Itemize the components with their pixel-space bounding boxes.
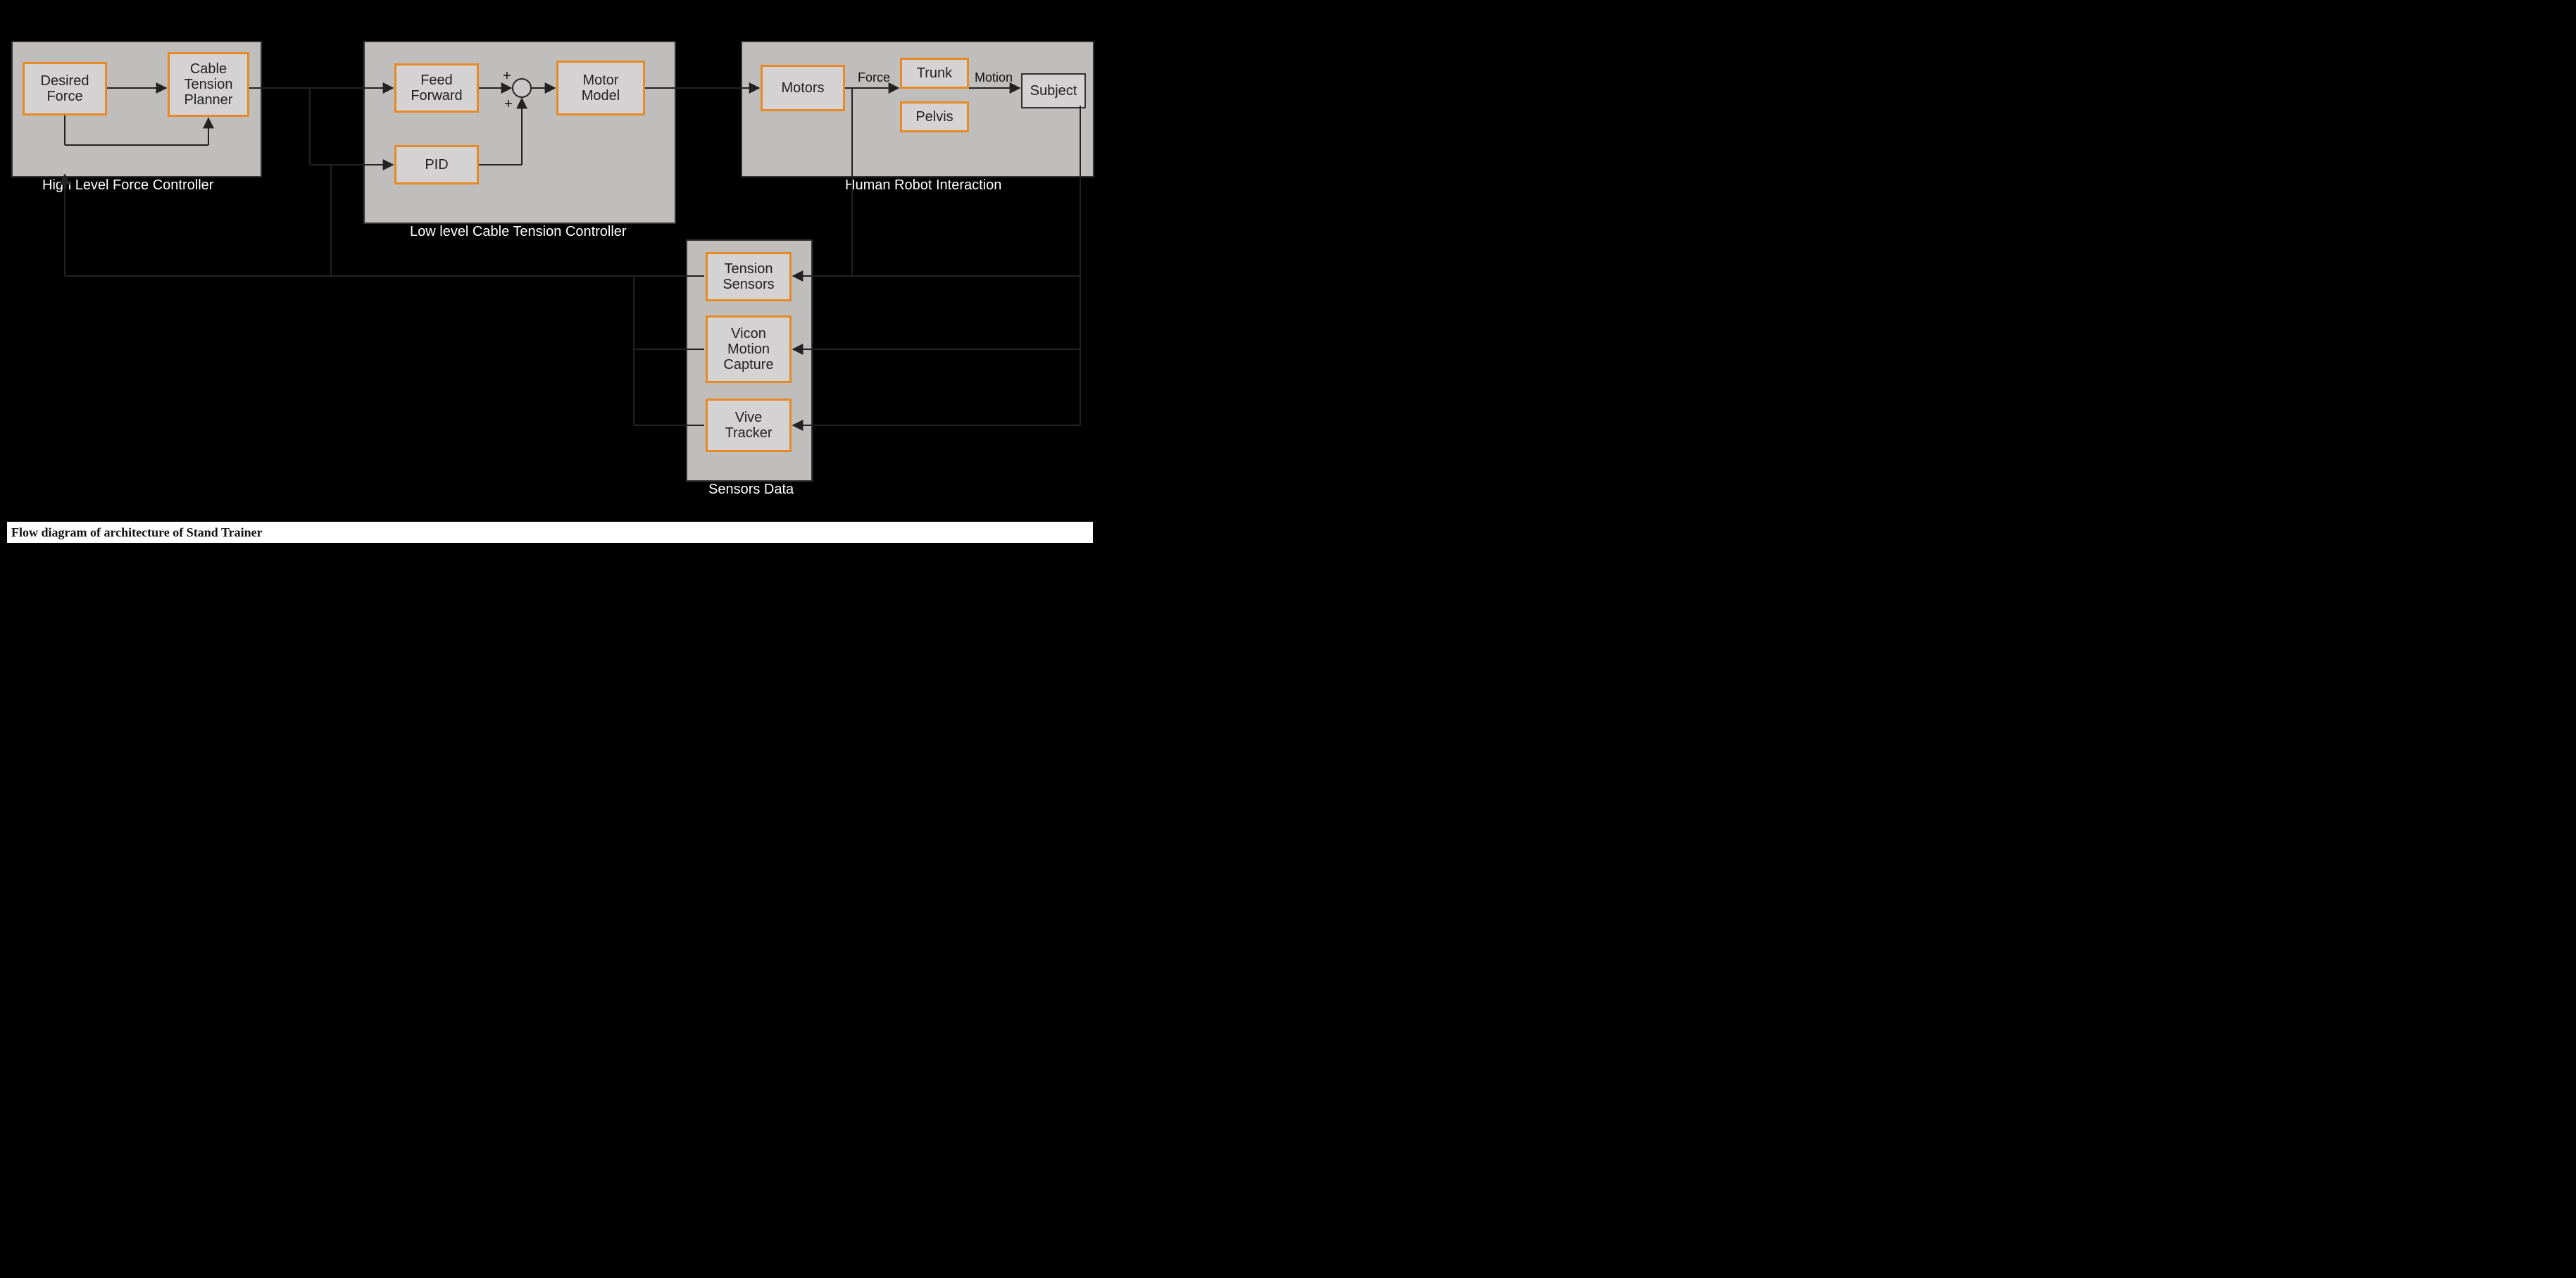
block-pid: PID <box>394 145 479 184</box>
group-low-level-label: Low level Cable Tension Controller <box>410 224 627 240</box>
edge-label-force: Force <box>858 70 890 85</box>
block-cable-tension-planner: Cable Tension Planner <box>168 52 249 117</box>
block-subject: Subject <box>1021 73 1086 108</box>
figure-caption: Flow diagram of architecture of Stand Tr… <box>7 522 1093 543</box>
group-high-level-label: High Level Force Controller <box>42 177 213 194</box>
block-tension-sensors: Tension Sensors <box>706 252 792 301</box>
edge-label-motion: Motion <box>975 70 1013 85</box>
block-motors: Motors <box>761 65 845 111</box>
sum-plus-top: + <box>503 69 511 83</box>
block-vicon-motion-capture: Vicon Motion Capture <box>706 315 792 383</box>
diagram-canvas: High Level Force Controller Desired Forc… <box>0 0 1100 546</box>
block-vive-tracker: Vive Tracker <box>706 399 792 452</box>
group-sensors-label: Sensors Data <box>708 482 794 498</box>
block-motor-model: Motor Model <box>556 61 645 115</box>
group-hri-label: Human Robot Interaction <box>845 177 1001 194</box>
block-trunk: Trunk <box>900 58 969 89</box>
block-desired-force: Desired Force <box>23 62 107 115</box>
sum-plus-bottom: + <box>504 97 513 111</box>
block-pelvis: Pelvis <box>900 101 969 132</box>
block-feed-forward: Feed Forward <box>394 63 479 113</box>
